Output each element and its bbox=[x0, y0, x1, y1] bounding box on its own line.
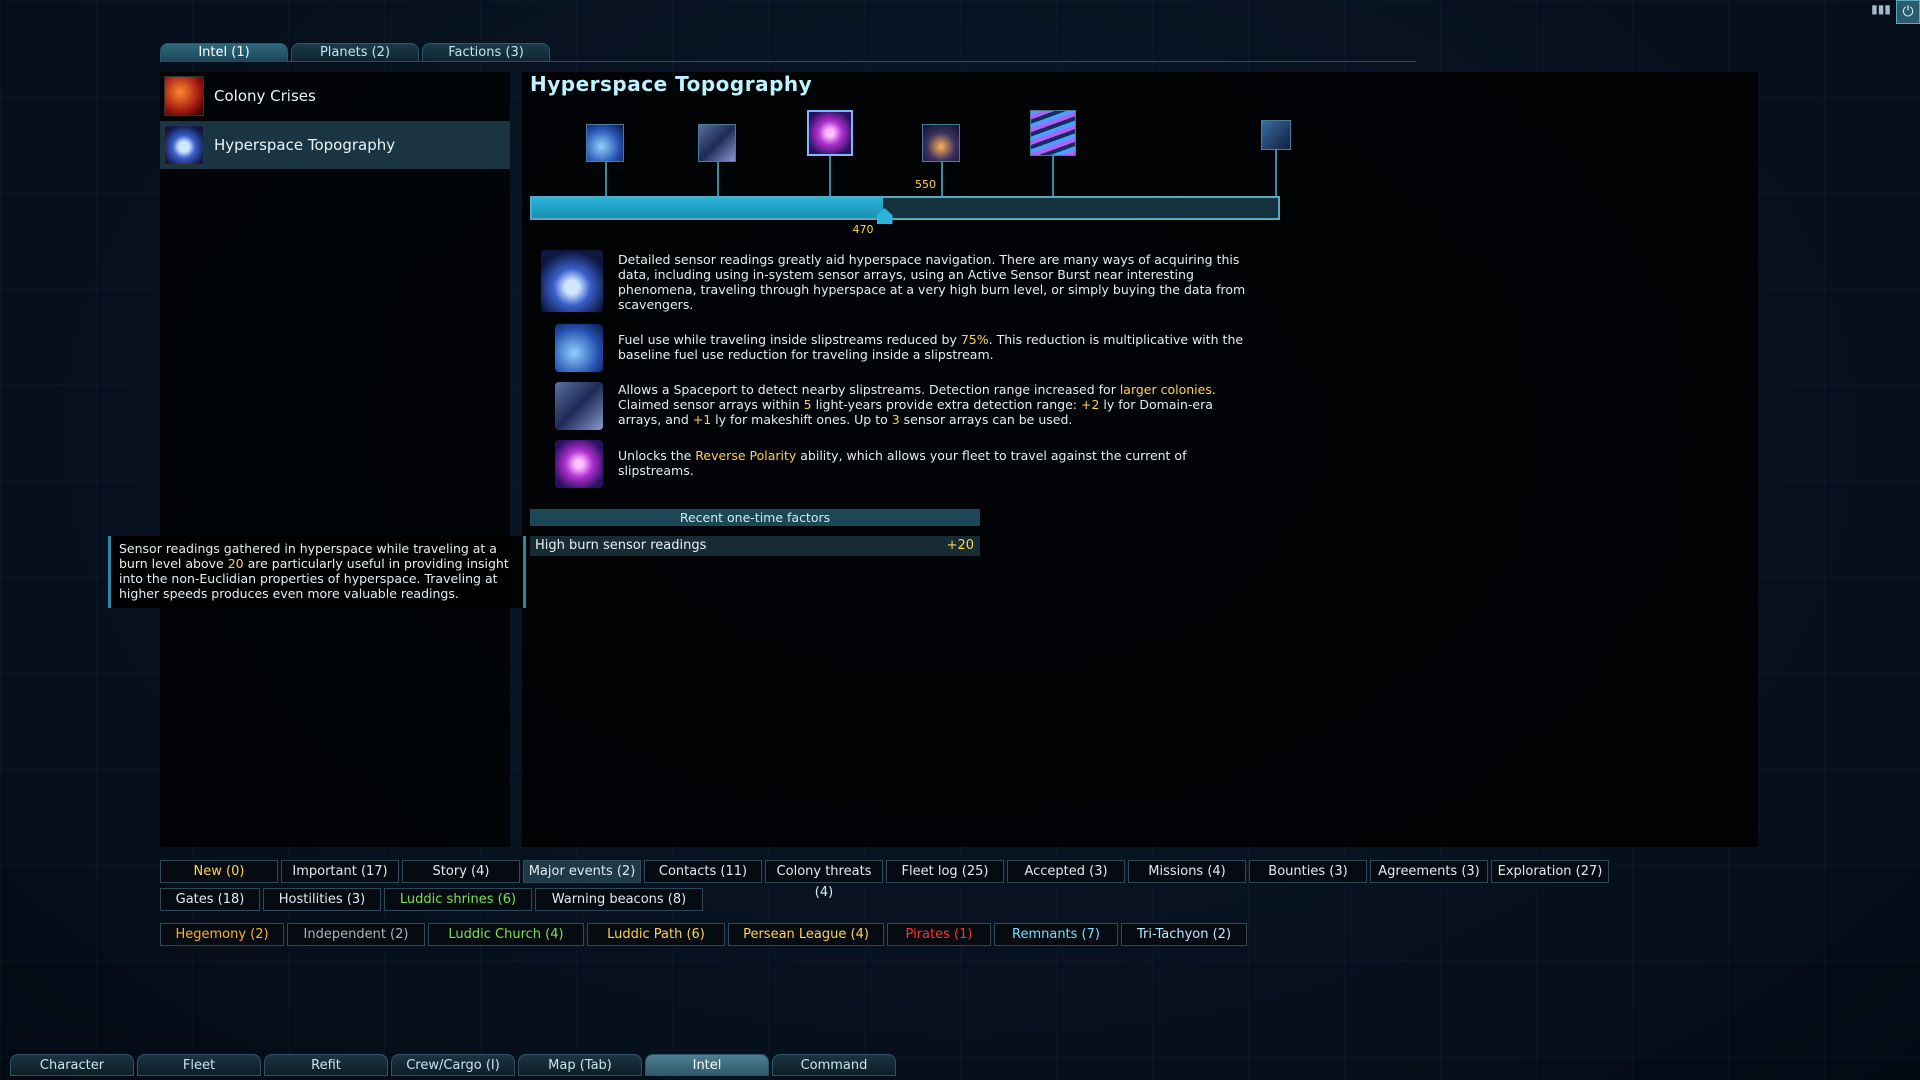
filter-button[interactable]: Independent (2) bbox=[287, 923, 425, 946]
power-icon[interactable]: ⏻ bbox=[1896, 0, 1920, 24]
tab-factions[interactable]: Factions (3) bbox=[422, 43, 550, 61]
slipstream-fuel-icon bbox=[555, 324, 603, 372]
filter-button[interactable]: Missions (4) bbox=[1128, 860, 1246, 883]
filter-button[interactable]: Tri-Tachyon (2) bbox=[1121, 923, 1247, 946]
factor-tooltip: Sensor readings gathered in hyperspace w… bbox=[108, 536, 526, 608]
tab-command[interactable]: Command bbox=[772, 1054, 896, 1076]
highlight-value: +2 bbox=[1080, 397, 1100, 412]
filter-row-factions: Hegemony (2) Independent (2) Luddic Church… bbox=[160, 923, 1247, 946]
reverse-polarity-paragraph: Unlocks the Reverse Polarity ability, wh… bbox=[618, 448, 1258, 478]
filter-button[interactable]: Agreements (3) bbox=[1370, 860, 1488, 883]
factors-header: Recent one-time factors bbox=[530, 509, 980, 526]
milestone-streams-icon[interactable] bbox=[1030, 110, 1076, 156]
tab-map[interactable]: Map (Tab) bbox=[518, 1054, 642, 1076]
fuel-bonus-paragraph: Fuel use while traveling inside slipstre… bbox=[618, 332, 1258, 362]
milestone-connector bbox=[1052, 156, 1054, 196]
filter-button[interactable]: Exploration (27) bbox=[1491, 860, 1609, 883]
milestone-550-icon[interactable] bbox=[922, 124, 960, 162]
highlight-value: +1 bbox=[692, 412, 712, 427]
highlight-value: larger colonies bbox=[1119, 382, 1212, 397]
milestone-final-icon[interactable] bbox=[1261, 120, 1291, 150]
filter-button[interactable]: Warning beacons (8) bbox=[535, 888, 703, 911]
filter-button[interactable]: Fleet log (25) bbox=[886, 860, 1004, 883]
milestone-slipstream-icon[interactable] bbox=[586, 124, 624, 162]
tab-character[interactable]: Character bbox=[10, 1054, 134, 1076]
hyperspace-topography-large-icon bbox=[541, 250, 603, 312]
filter-button[interactable]: Hegemony (2) bbox=[160, 923, 284, 946]
tab-refit[interactable]: Refit bbox=[264, 1054, 388, 1076]
screen-mode-icon[interactable]: ▮▮▮ bbox=[1870, 2, 1892, 22]
filter-button[interactable]: Luddic Church (4) bbox=[428, 923, 584, 946]
factor-label: High burn sensor readings bbox=[535, 538, 707, 553]
top-tab-divider bbox=[160, 61, 1416, 62]
tab-intel-bottom[interactable]: Intel bbox=[645, 1054, 769, 1076]
highlight-value: Reverse Polarity bbox=[695, 448, 797, 463]
filter-button[interactable]: Hostilities (3) bbox=[263, 888, 381, 911]
filter-button[interactable]: Luddic shrines (6) bbox=[384, 888, 532, 911]
top-tab-bar: Intel (1) Planets (2) Factions (3) bbox=[160, 43, 550, 61]
list-item-hyperspace-topography[interactable]: Hyperspace Topography bbox=[160, 121, 510, 169]
intel-list: Colony Crises Hyperspace Topography bbox=[160, 72, 510, 847]
text-segment: Detailed sensor readings greatly aid hyp… bbox=[618, 252, 1246, 312]
bottom-tab-bar: Character Fleet Refit Crew/Cargo (I) Map… bbox=[10, 1054, 896, 1076]
text-segment: Allows a Spaceport to detect nearby slip… bbox=[618, 382, 1120, 397]
progress-fill bbox=[532, 198, 883, 218]
highlight-value: 75% bbox=[960, 332, 989, 347]
tab-fleet[interactable]: Fleet bbox=[137, 1054, 261, 1076]
milestone-spaceport-icon[interactable] bbox=[698, 124, 736, 162]
filter-button[interactable]: Gates (18) bbox=[160, 888, 260, 911]
factor-row: High burn sensor readings +20 bbox=[530, 536, 980, 556]
factor-value: +20 bbox=[946, 538, 974, 553]
list-item-label: Hyperspace Topography bbox=[214, 136, 396, 154]
text-segment: light-years provide extra detection rang… bbox=[811, 397, 1081, 412]
filter-button[interactable]: Luddic Path (6) bbox=[587, 923, 725, 946]
hyperspace-topography-icon bbox=[164, 125, 204, 165]
milestone-reverse-polarity-icon[interactable] bbox=[807, 110, 853, 156]
colony-crises-icon bbox=[164, 76, 204, 116]
filter-button[interactable]: New (0) bbox=[160, 860, 278, 883]
filter-button[interactable]: Major events (2) bbox=[523, 860, 641, 883]
highlight-value: 20 bbox=[227, 556, 244, 571]
list-item-colony-crises[interactable]: Colony Crises bbox=[160, 72, 510, 120]
spaceport-paragraph: Allows a Spaceport to detect nearby slip… bbox=[618, 382, 1258, 427]
filter-button[interactable]: Story (4) bbox=[402, 860, 520, 883]
filter-button[interactable]: Pirates (1) bbox=[887, 923, 991, 946]
tab-crew-cargo[interactable]: Crew/Cargo (I) bbox=[391, 1054, 515, 1076]
filter-button[interactable]: Colony threats (4) bbox=[765, 860, 883, 900]
filter-button[interactable]: Accepted (3) bbox=[1007, 860, 1125, 883]
text-segment: ly for makeshift ones. Up to bbox=[711, 412, 892, 427]
milestone-connector bbox=[605, 162, 607, 196]
list-item-label: Colony Crises bbox=[214, 87, 316, 105]
highlight-value: 5 bbox=[803, 397, 812, 412]
description-paragraph: Detailed sensor readings greatly aid hyp… bbox=[618, 252, 1258, 312]
filter-button[interactable]: Bounties (3) bbox=[1249, 860, 1367, 883]
highlight-value: 3 bbox=[891, 412, 900, 427]
filter-row-tags: Gates (18) Hostilities (3) Luddic shrines … bbox=[160, 888, 703, 911]
milestone-connector bbox=[829, 156, 831, 196]
text-segment: Unlocks the bbox=[618, 448, 696, 463]
filter-button[interactable]: Important (17) bbox=[281, 860, 399, 883]
milestone-connector bbox=[1275, 150, 1277, 196]
text-segment: sensor arrays can be used. bbox=[899, 412, 1073, 427]
milestone-550-label: 550 bbox=[915, 178, 936, 191]
spaceport-detection-icon bbox=[555, 382, 603, 430]
filter-button[interactable]: Persean League (4) bbox=[728, 923, 884, 946]
tab-planets[interactable]: Planets (2) bbox=[291, 43, 419, 61]
text-segment: Fuel use while traveling inside slipstre… bbox=[618, 332, 961, 347]
milestone-connector bbox=[941, 162, 943, 196]
filter-button[interactable]: Remnants (7) bbox=[994, 923, 1118, 946]
filter-row-categories: New (0) Important (17) Story (4) Major even… bbox=[160, 860, 1609, 900]
milestone-connector bbox=[717, 162, 719, 196]
progress-current-label: 470 bbox=[852, 223, 874, 236]
progress-track bbox=[530, 196, 1280, 220]
tab-intel[interactable]: Intel (1) bbox=[160, 43, 288, 61]
detail-title: Hyperspace Topography bbox=[530, 72, 813, 96]
filter-button[interactable]: Contacts (11) bbox=[644, 860, 762, 883]
reverse-polarity-icon bbox=[555, 440, 603, 488]
